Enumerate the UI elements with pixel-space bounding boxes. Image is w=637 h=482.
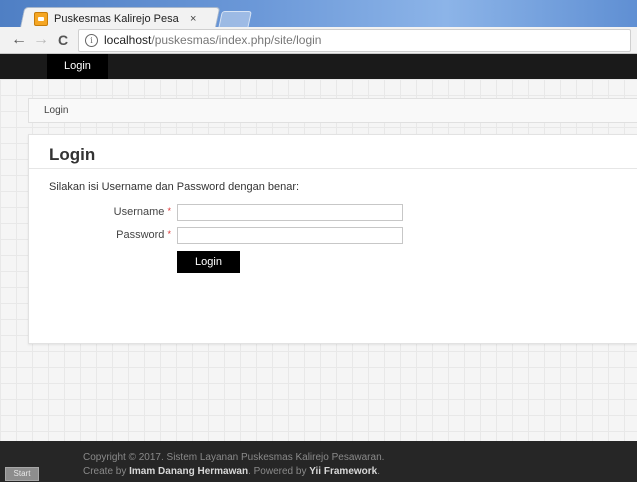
- tab-close-icon[interactable]: ×: [190, 13, 196, 25]
- nav-item-login[interactable]: Login: [47, 54, 108, 79]
- password-label: Password *: [51, 229, 171, 241]
- required-marker: *: [167, 229, 171, 239]
- url-host: localhost: [104, 33, 152, 47]
- browser-tab-bar: Puskesmas Kalirejo Pesa ×: [0, 0, 637, 27]
- page-footer: Copyright © 2017. Sistem Layanan Puskesm…: [0, 441, 637, 482]
- url-input[interactable]: i localhost /puskesmas/index.php/site/lo…: [78, 28, 631, 52]
- panel-divider: [29, 168, 637, 169]
- breadcrumb-item-login: Login: [44, 105, 69, 116]
- footer-suffix: .: [377, 466, 381, 477]
- password-label-text: Password: [116, 229, 165, 241]
- new-tab-button[interactable]: [218, 11, 252, 27]
- page-title: Login: [49, 145, 96, 164]
- footer-copyright: Copyright © 2017. Sistem Layanan Puskesm…: [83, 452, 385, 463]
- browser-tab-content: Puskesmas Kalirejo Pesa ×: [34, 10, 214, 27]
- browser-address-bar: ← → C i localhost /puskesmas/index.php/s…: [0, 27, 637, 54]
- breadcrumb: Login: [28, 98, 637, 123]
- password-field[interactable]: [177, 227, 403, 244]
- browser-tab-title: Puskesmas Kalirejo Pesa: [54, 13, 179, 25]
- login-panel: Login Silakan isi Username dan Password …: [28, 134, 637, 344]
- login-instructions: Silakan isi Username dan Password dengan…: [49, 181, 300, 193]
- footer-framework-link[interactable]: Yii Framework: [309, 466, 377, 477]
- footer-created-prefix: Create by: [83, 466, 130, 477]
- username-label: Username *: [51, 206, 171, 218]
- footer-author: Imam Danang Hermawan: [129, 466, 249, 477]
- reload-icon[interactable]: C: [52, 29, 74, 51]
- info-icon[interactable]: i: [85, 33, 98, 47]
- required-marker: *: [167, 206, 171, 216]
- login-button[interactable]: Login: [177, 251, 240, 273]
- username-field[interactable]: [177, 204, 403, 221]
- site-favicon-icon: [34, 12, 48, 26]
- username-label-text: Username: [113, 206, 165, 218]
- start-button[interactable]: Start: [5, 467, 39, 481]
- back-arrow-icon[interactable]: ←: [8, 29, 30, 51]
- app-navbar: Login: [0, 54, 637, 79]
- footer-powered-prefix: . Powered by: [248, 466, 310, 477]
- forward-arrow-icon[interactable]: →: [30, 29, 52, 51]
- url-path: /puskesmas/index.php/site/login: [151, 33, 322, 47]
- footer-credits: Create by Imam Danang Hermawan. Powered …: [83, 466, 380, 477]
